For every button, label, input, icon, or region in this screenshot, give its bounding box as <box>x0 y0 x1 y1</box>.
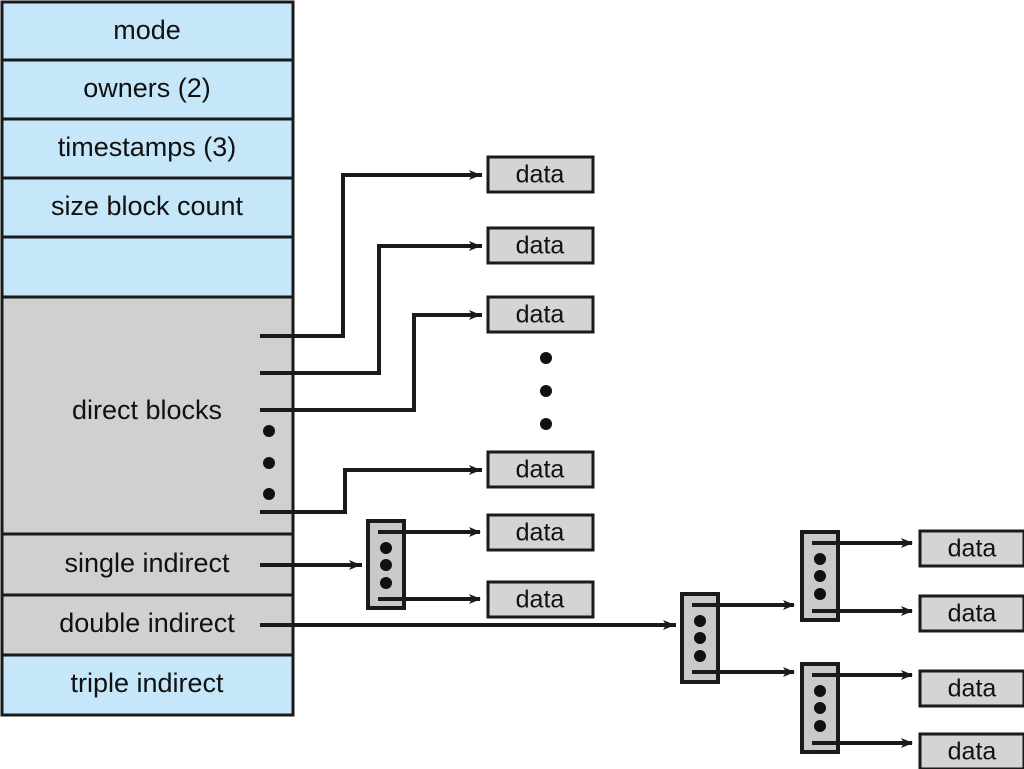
inode-row-timestamps[interactable]: timestamps (3) <box>0 117 295 180</box>
data-blocks: data data data data data data data data … <box>486 155 1024 769</box>
data-block-7-label: data <box>948 535 997 563</box>
index-dot <box>814 685 826 697</box>
index-dot <box>814 570 826 582</box>
data-block-3[interactable]: data <box>486 295 595 334</box>
data-block-8-label: data <box>948 600 997 628</box>
connector-direct-4 <box>260 465 482 514</box>
data-block-2-label: data <box>516 232 565 260</box>
inode-row-double-indirect[interactable]: double indirect <box>0 593 295 657</box>
data-block-9-label: data <box>948 675 997 703</box>
inode-row-empty-box <box>0 235 295 299</box>
double-indirect-index-block[interactable] <box>680 592 720 684</box>
index-dot <box>380 577 392 589</box>
data-blocks-ellipsis <box>540 352 552 430</box>
inode-row-triple-indirect[interactable]: triple indirect <box>0 653 295 717</box>
index-dot <box>694 650 706 662</box>
inode-diagram-canvas: mode owners (2) timestamps (3) size bloc… <box>0 0 1024 769</box>
data-block-5[interactable]: data <box>486 513 595 552</box>
data-block-6-label: data <box>516 586 565 614</box>
data-block-2[interactable]: data <box>486 226 595 265</box>
data-block-6[interactable]: data <box>486 580 595 619</box>
index-dot <box>694 615 706 627</box>
index-dot <box>814 588 826 600</box>
inode-row-single-indirect-label: single indirect <box>64 548 230 578</box>
inode-table: mode owners (2) timestamps (3) size bloc… <box>0 0 295 717</box>
pointer-connectors <box>260 170 676 630</box>
data-block-1[interactable]: data <box>486 155 595 194</box>
double-indirect-child-lower-block[interactable] <box>800 662 840 754</box>
index-dot <box>814 720 826 732</box>
inode-row-size-block-count-label: size block count <box>51 191 244 221</box>
data-block-10-label: data <box>948 738 997 766</box>
data-block-5-label: data <box>516 519 565 547</box>
inode-row-empty[interactable] <box>0 235 295 299</box>
data-block-10[interactable]: data <box>918 732 1024 769</box>
inode-row-size-block-count[interactable]: size block count <box>0 176 295 239</box>
data-block-4-label: data <box>516 456 565 484</box>
inode-row-mode[interactable]: mode <box>0 0 295 62</box>
connector-direct-1 <box>260 170 482 338</box>
inode-row-timestamps-label: timestamps (3) <box>58 132 237 162</box>
connector-direct-2 <box>260 241 482 375</box>
inode-row-mode-label: mode <box>113 15 181 45</box>
index-dot <box>814 702 826 714</box>
inode-row-owners-label: owners (2) <box>83 73 211 103</box>
connector-direct-3 <box>260 310 482 412</box>
data-block-9[interactable]: data <box>918 669 1024 708</box>
single-indirect-index-block[interactable] <box>366 519 406 610</box>
double-indirect-child-upper-block[interactable] <box>800 530 840 622</box>
index-dot <box>694 632 706 644</box>
index-dot <box>380 559 392 571</box>
inode-row-owners[interactable]: owners (2) <box>0 58 295 121</box>
data-block-1-label: data <box>516 161 565 189</box>
inode-row-double-indirect-label: double indirect <box>59 608 235 638</box>
data-block-7[interactable]: data <box>918 529 1024 568</box>
inode-row-triple-indirect-label: triple indirect <box>70 668 224 698</box>
data-block-3-label: data <box>516 301 565 329</box>
data-block-8[interactable]: data <box>918 594 1024 633</box>
inode-row-single-indirect[interactable]: single indirect <box>0 532 295 597</box>
index-dot <box>814 553 826 565</box>
data-block-4[interactable]: data <box>486 450 595 489</box>
inode-row-direct-blocks[interactable]: direct blocks <box>0 295 295 536</box>
inode-diagram: mode owners (2) timestamps (3) size bloc… <box>0 0 1024 769</box>
index-dot <box>380 542 392 554</box>
inode-row-direct-blocks-label: direct blocks <box>72 395 222 425</box>
